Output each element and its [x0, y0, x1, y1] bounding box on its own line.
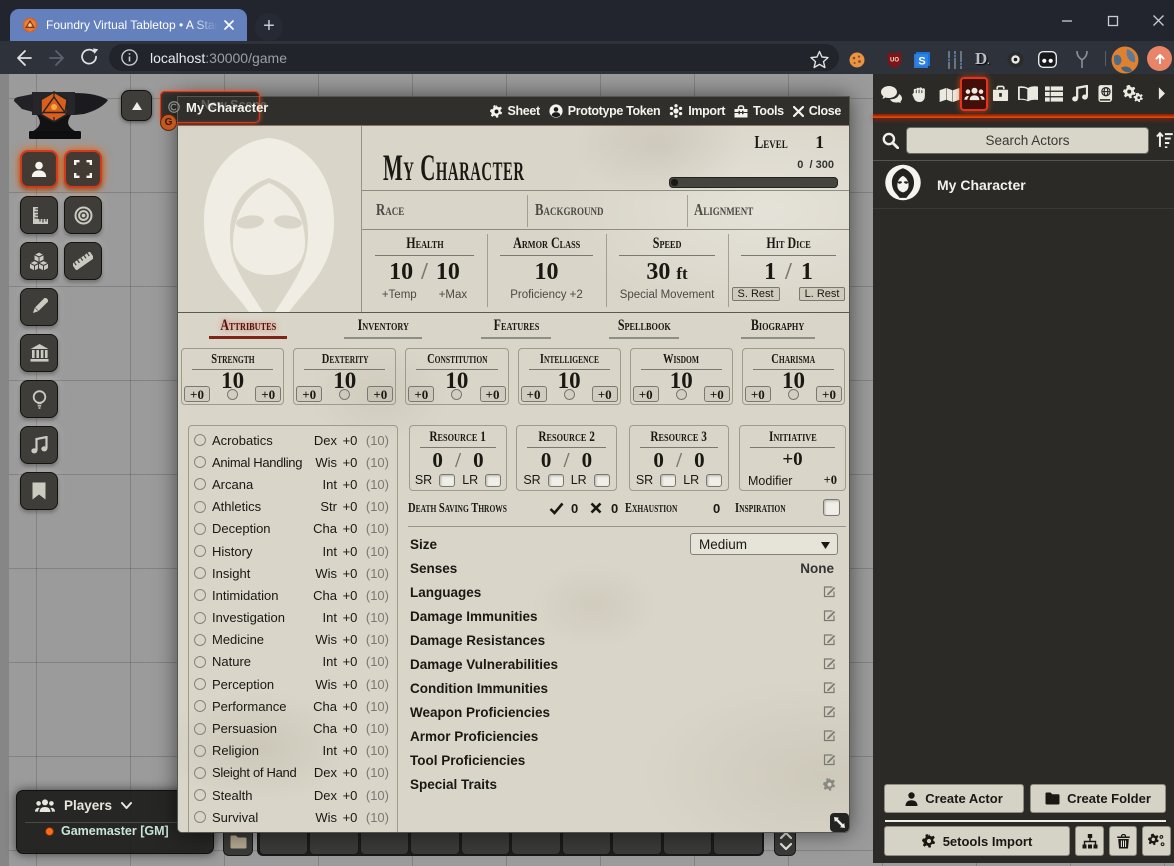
svg-text:S: S: [918, 56, 925, 68]
svg-text:UO: UO: [890, 58, 899, 64]
